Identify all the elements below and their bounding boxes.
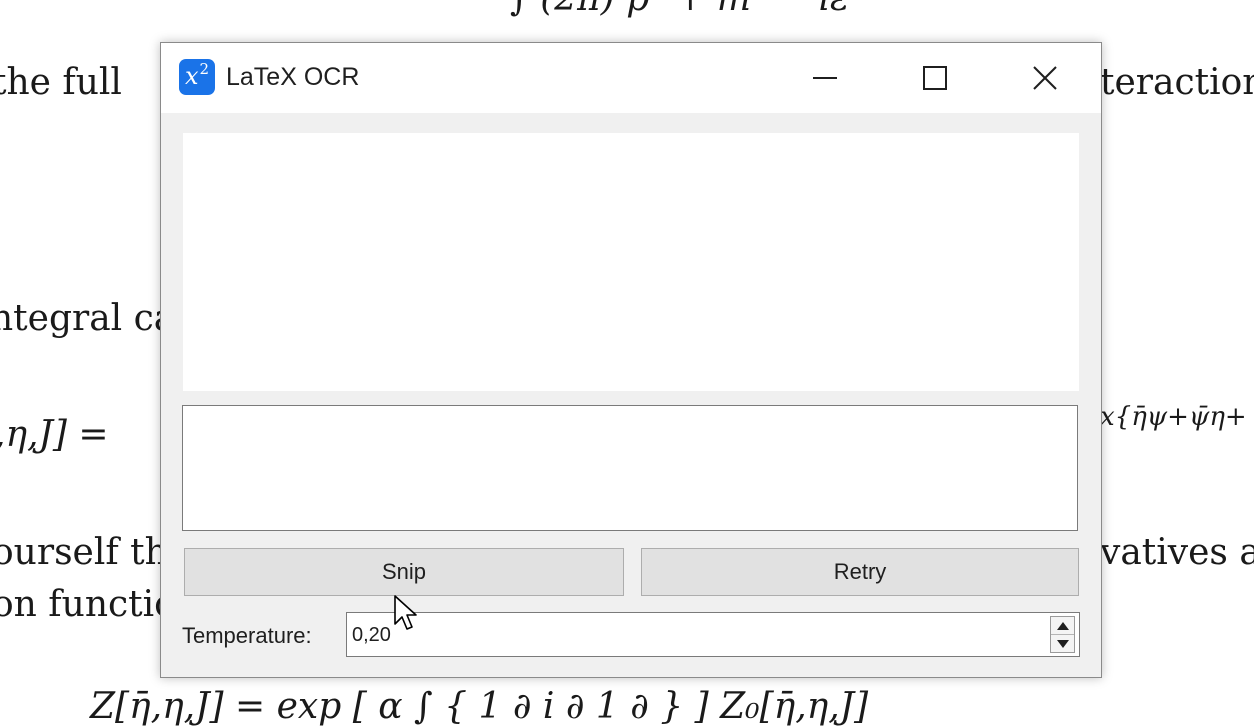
decrement-button[interactable] bbox=[1051, 635, 1074, 652]
minimize-icon bbox=[813, 77, 837, 79]
title-bar[interactable]: x2 LaTeX OCR bbox=[161, 43, 1101, 113]
latex-ocr-window: x2 LaTeX OCR Snip Retry Temperature: 0,2… bbox=[160, 42, 1102, 678]
mouse-pointer-icon bbox=[394, 595, 417, 630]
temperature-stepper[interactable] bbox=[1050, 616, 1075, 653]
snip-button[interactable]: Snip bbox=[184, 548, 624, 596]
arrow-up-icon bbox=[1056, 621, 1069, 630]
background-text-line1-right: teraction bbox=[1100, 62, 1254, 103]
background-text-line4-right: vatives a bbox=[1100, 532, 1254, 573]
maximize-button[interactable] bbox=[905, 53, 965, 103]
formula-preview-area bbox=[183, 133, 1079, 391]
temperature-label: Temperature: bbox=[182, 623, 312, 648]
background-text-line3-right: x{η̄ψ+ψ̄η+ bbox=[1100, 402, 1247, 432]
arrow-down-icon bbox=[1056, 639, 1069, 648]
retry-button[interactable]: Retry bbox=[641, 548, 1079, 596]
app-icon-exponent: 2 bbox=[199, 60, 210, 78]
window-title: LaTeX OCR bbox=[226, 63, 360, 91]
maximize-icon bbox=[923, 66, 947, 90]
background-bottom-formula: Z[η̄,η,J] = exp [ α ∫ { 1 ∂ i ∂ 1 ∂ } ] … bbox=[90, 686, 869, 727]
app-icon: x2 bbox=[179, 59, 215, 95]
background-text-line1-left: the full bbox=[0, 62, 122, 103]
latex-output-field[interactable] bbox=[182, 405, 1078, 531]
minimize-button[interactable] bbox=[795, 53, 855, 103]
close-button[interactable] bbox=[1015, 53, 1075, 103]
increment-button[interactable] bbox=[1051, 617, 1074, 635]
temperature-value[interactable]: 0,20 bbox=[352, 624, 391, 647]
background-text-line2-left: ntegral ca bbox=[0, 298, 176, 339]
app-icon-base: x bbox=[184, 62, 199, 90]
background-text-line5-left: on functio bbox=[0, 584, 176, 625]
background-top-formula: ∫ (2π) p² + m² − iε bbox=[510, 0, 849, 19]
background-text-line3-left: ,η,J] = bbox=[0, 414, 109, 455]
close-icon bbox=[1033, 66, 1057, 90]
background-text-line4-left: ourself th bbox=[0, 532, 168, 573]
temperature-spinbox[interactable]: 0,20 bbox=[346, 612, 1080, 657]
